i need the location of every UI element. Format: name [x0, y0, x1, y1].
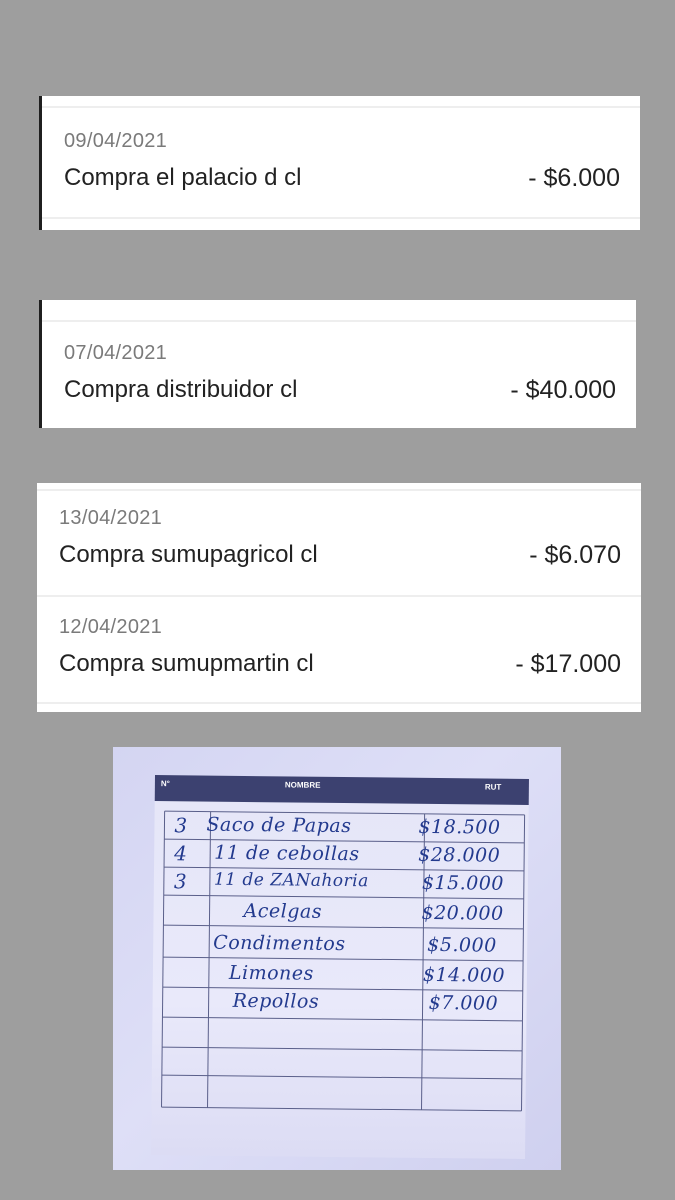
item-price: $18.500 [418, 815, 501, 839]
transaction-description: Compra sumupagricol cl [59, 541, 318, 568]
item-price: $20.000 [421, 901, 504, 925]
transaction-description: Compra el palacio d cl [64, 164, 302, 191]
transaction-amount: - $40.000 [510, 376, 616, 404]
item-price: $14.000 [422, 963, 506, 987]
item-price: $28.000 [418, 843, 501, 867]
item-name: Repollos [232, 989, 320, 1013]
transaction-card-2: 07/04/2021 Compra distribuidor cl - $40.… [39, 300, 636, 428]
transaction-card-1: 09/04/2021 Compra el palacio d cl - $6.0… [39, 96, 640, 230]
paper-sheet: N° NOMBRE RUT 3 Saco de Papas $18.500 4 … [151, 775, 529, 1159]
item-price: $7.000 [428, 991, 499, 1015]
transaction-row[interactable]: 07/04/2021 Compra distribuidor cl - $40.… [42, 308, 636, 418]
item-price: $15.000 [421, 871, 505, 895]
separator [37, 702, 641, 704]
separator [42, 217, 640, 219]
item-qty: 3 [173, 869, 188, 894]
transaction-amount: - $6.070 [529, 541, 621, 569]
transaction-date: 07/04/2021 [64, 342, 168, 364]
transaction-row[interactable]: 13/04/2021 Compra sumupagricol cl - $6.0… [37, 473, 641, 583]
item-name: Condimentos [213, 931, 346, 956]
transaction-date: 13/04/2021 [59, 507, 163, 529]
item-price: $5.000 [427, 933, 497, 957]
transaction-description: Compra distribuidor cl [64, 376, 298, 403]
transaction-amount: - $6.000 [528, 164, 620, 192]
item-name: 11 de ZANahoria [213, 869, 369, 892]
transaction-date: 09/04/2021 [64, 130, 168, 152]
handwritten-list-photo[interactable]: N° NOMBRE RUT 3 Saco de Papas $18.500 4 … [113, 747, 561, 1170]
item-name: Limones [228, 961, 314, 985]
item-name: Acelgas [243, 899, 323, 923]
transaction-card-3: 13/04/2021 Compra sumupagricol cl - $6.0… [37, 483, 641, 712]
transaction-date: 12/04/2021 [59, 616, 163, 638]
item-qty: 3 [174, 813, 188, 838]
item-qty: 4 [174, 841, 188, 866]
transaction-row[interactable]: 12/04/2021 Compra sumupmartin cl - $17.0… [37, 582, 641, 692]
transaction-description: Compra sumupmartin cl [59, 650, 314, 677]
transaction-amount: - $17.000 [515, 650, 621, 678]
item-name: 11 de cebollas [214, 841, 360, 866]
transaction-row[interactable]: 09/04/2021 Compra el palacio d cl - $6.0… [42, 96, 640, 206]
item-name: Saco de Papas [206, 813, 352, 838]
